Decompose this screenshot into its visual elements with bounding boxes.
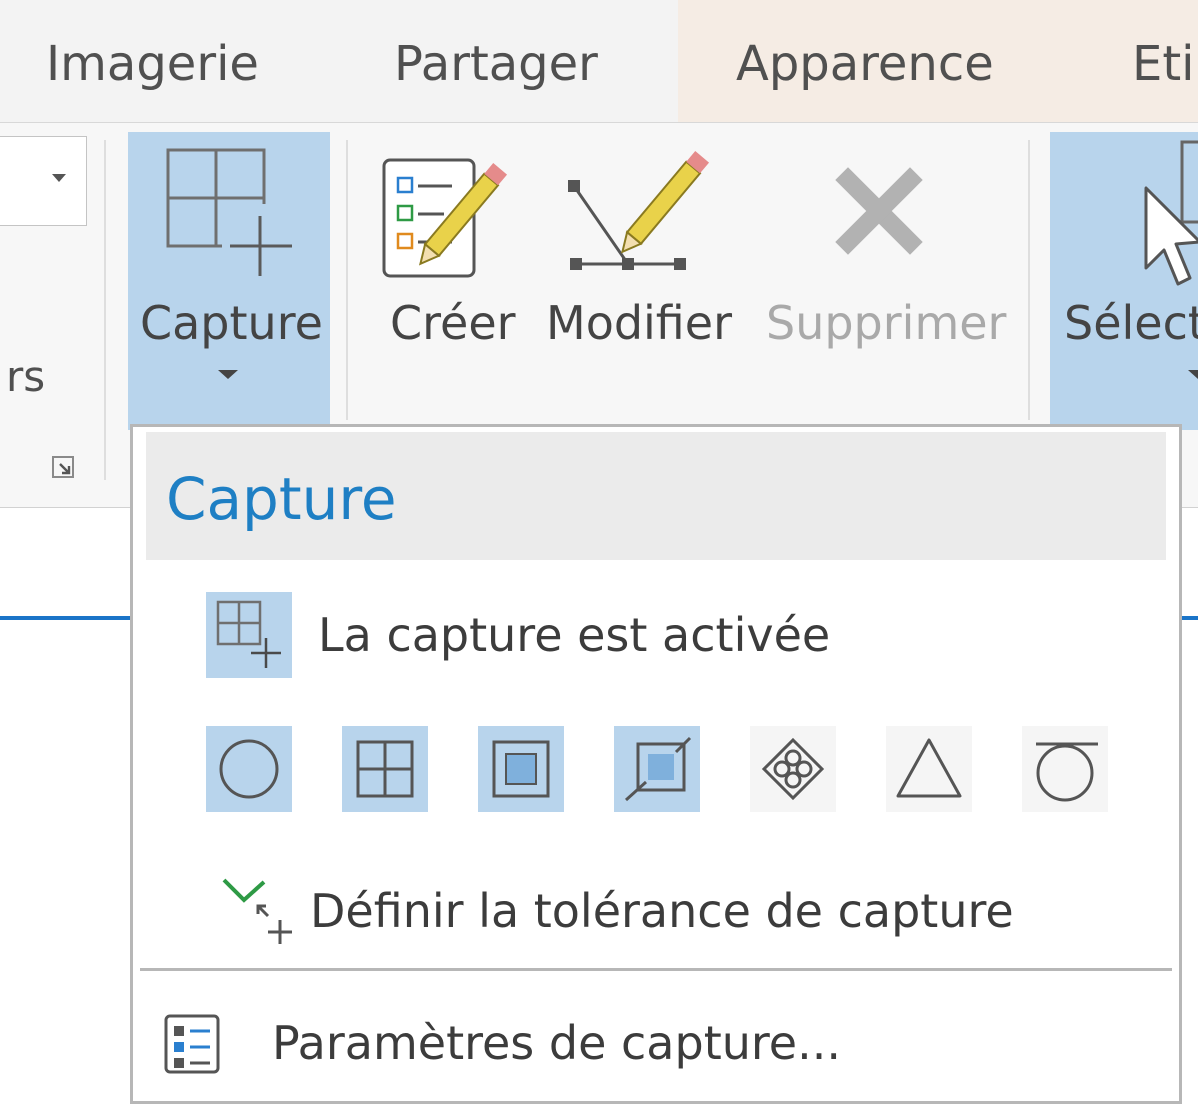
select-cursor-icon <box>1144 140 1198 286</box>
point-snap-icon <box>219 739 279 799</box>
edge-snap-icon <box>356 740 414 798</box>
snapping-settings-menu-item[interactable]: Paramètres de capture... <box>272 1020 841 1066</box>
group-separator <box>346 140 348 420</box>
capture-button-label[interactable]: Capture <box>140 300 323 346</box>
group-label-partial: rs <box>6 352 46 401</box>
dialog-launcher-icon[interactable] <box>52 456 74 478</box>
modify-features-icon[interactable] <box>560 146 720 282</box>
settings-list-icon <box>164 1014 220 1074</box>
vertex-snap-button[interactable] <box>478 726 564 812</box>
select-dropdown-caret[interactable] <box>1188 370 1198 379</box>
edge-snap-button[interactable] <box>342 726 428 812</box>
tangent-snap-button[interactable] <box>1022 726 1108 812</box>
midpoint-snap-button[interactable] <box>886 726 972 812</box>
menu-divider <box>140 968 1172 971</box>
tab-etiquetage[interactable]: Eti <box>1132 40 1194 88</box>
endpoint-snap-icon <box>624 736 692 802</box>
group-separator <box>1028 140 1030 420</box>
tab-apparence[interactable]: Apparence <box>736 40 994 88</box>
tolerance-icon <box>222 878 292 944</box>
snapping-grid-icon <box>166 148 300 280</box>
vertex-snap-icon <box>492 740 550 798</box>
capture-dropdown-caret[interactable] <box>218 370 238 379</box>
layer-combo-box[interactable] <box>0 136 87 226</box>
intersection-snap-button[interactable] <box>750 726 836 812</box>
intersection-snap-icon <box>761 737 825 801</box>
create-features-icon[interactable] <box>378 146 522 282</box>
midpoint-snap-icon <box>896 738 962 798</box>
combo-dropdown-arrow[interactable] <box>52 174 66 182</box>
snapping-toggle-label[interactable]: La capture est activée <box>318 612 830 658</box>
endpoint-snap-button[interactable] <box>614 726 700 812</box>
tolerance-menu-item[interactable]: Définir la tolérance de capture <box>310 888 1014 934</box>
modify-button-label[interactable]: Modifier <box>546 300 732 346</box>
delete-button-label[interactable]: Supprimer <box>766 300 1006 346</box>
group-separator <box>104 140 106 480</box>
create-button-label[interactable]: Créer <box>390 300 516 346</box>
delete-x-icon[interactable] <box>834 166 924 256</box>
select-button-label[interactable]: Sélect <box>1064 300 1198 346</box>
point-snap-button[interactable] <box>206 726 292 812</box>
tab-imagerie[interactable]: Imagerie <box>46 40 259 88</box>
tangent-snap-icon <box>1036 742 1098 802</box>
menu-title: Capture <box>166 465 397 533</box>
snapping-toggle-button[interactable] <box>206 592 292 678</box>
snapping-toggle-icon <box>216 600 281 668</box>
tab-partager[interactable]: Partager <box>394 40 598 88</box>
